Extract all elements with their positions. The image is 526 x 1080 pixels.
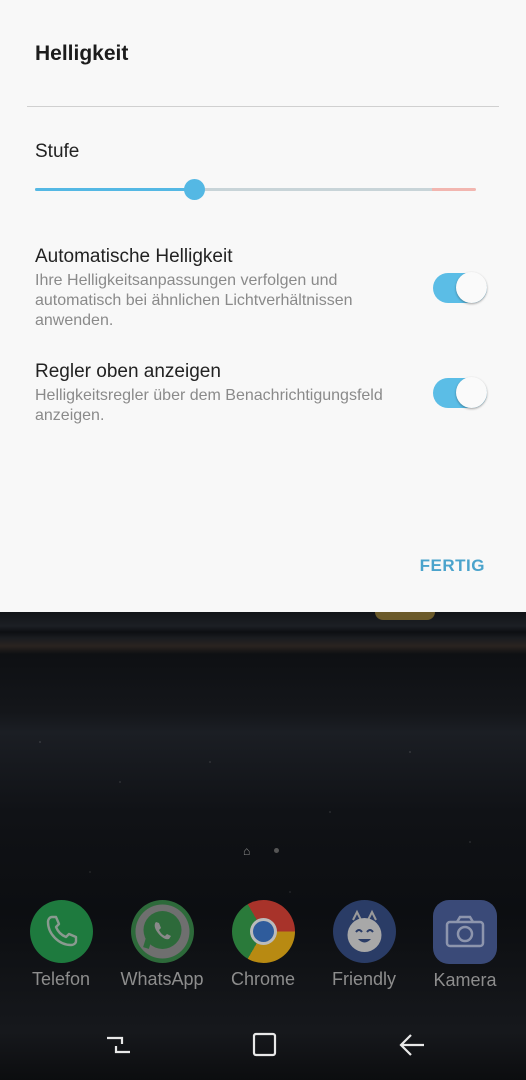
- setting-description: Helligkeitsregler über dem Benachrichtig…: [35, 387, 383, 424]
- done-button[interactable]: FERTIG: [420, 556, 485, 576]
- setting-description: Ihre Helligkeitsanpassungen verfolgen un…: [35, 272, 353, 329]
- app-dock: Telefon WhatsApp Chrome Friendly Kamera: [0, 900, 526, 1000]
- brightness-panel: Helligkeit Stufe Automatische Helligkeit…: [0, 0, 526, 612]
- home-icon[interactable]: [250, 1030, 280, 1060]
- recent-apps-icon[interactable]: [104, 1030, 134, 1060]
- divider: [27, 106, 499, 107]
- app-whatsapp[interactable]: WhatsApp: [112, 900, 212, 990]
- friendly-icon: [332, 900, 396, 963]
- brightness-slider[interactable]: [35, 176, 476, 202]
- toggle-knob: [456, 272, 487, 303]
- page-indicator-dot: [274, 848, 279, 853]
- home-page-icon: ⌂: [243, 844, 251, 858]
- chrome-icon: [231, 900, 295, 963]
- slider-thumb[interactable]: [183, 179, 205, 200]
- camera-icon: [433, 900, 497, 964]
- setting-title: Automatische Helligkeit: [35, 246, 233, 267]
- app-label: Telefon: [31, 969, 91, 989]
- app-label: Chrome: [230, 969, 296, 989]
- whatsapp-icon: [130, 900, 194, 963]
- level-label: Stufe: [35, 141, 80, 162]
- app-chrome[interactable]: Chrome: [213, 900, 313, 990]
- phone-icon: [29, 900, 93, 963]
- wallpaper-stars: [0, 722, 526, 922]
- app-label: WhatsApp: [120, 969, 204, 989]
- app-telefon[interactable]: Telefon: [11, 900, 111, 990]
- navigation-bar: [0, 1010, 526, 1080]
- app-kamera[interactable]: Kamera: [415, 900, 515, 991]
- app-label: Kamera: [433, 970, 497, 990]
- setting-show-slider[interactable]: Regler oben anzeigen Helligkeitsregler ü…: [35, 360, 495, 426]
- wallpaper-sun: [375, 612, 435, 620]
- panel-title: Helligkeit: [35, 42, 129, 65]
- back-icon[interactable]: [397, 1030, 427, 1060]
- show-slider-toggle[interactable]: [433, 377, 487, 408]
- setting-auto-brightness[interactable]: Automatische Helligkeit Ihre Helligkeits…: [35, 245, 495, 331]
- toggle-knob: [456, 377, 487, 408]
- auto-brightness-toggle[interactable]: [433, 272, 487, 303]
- app-label: Friendly: [331, 969, 397, 989]
- app-friendly[interactable]: Friendly: [314, 900, 414, 990]
- slider-fill: [35, 188, 194, 191]
- setting-title: Regler oben anzeigen: [35, 361, 221, 382]
